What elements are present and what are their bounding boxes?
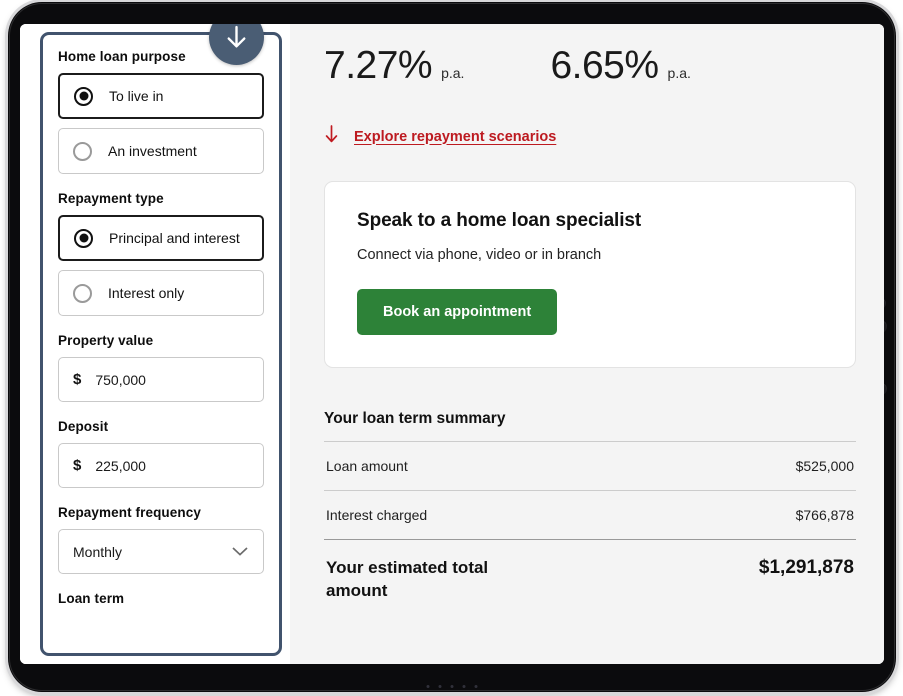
arrow-down-icon [324,124,354,149]
dollar-sign-icon: $ [73,457,82,474]
device-screen: Home loan purpose To live in An investme… [20,24,884,664]
sidebar-panel: Home loan purpose To live in An investme… [40,32,282,656]
rate-block-comparison: 7.27% p.a. [324,44,464,88]
radio-option-an-investment[interactable]: An investment [58,128,264,174]
repayment-frequency-value: Monthly [73,543,123,560]
field-group-deposit: Deposit $ 225,000 [58,419,264,488]
specialist-card-title: Speak to a home loan specialist [357,210,642,231]
field-group-repayment-type: Repayment type Principal and interest In… [58,191,264,316]
radio-option-interest-only[interactable]: Interest only [58,270,264,316]
chevron-down-icon [231,546,249,557]
radio-label-to-live-in: To live in [109,88,164,104]
book-an-appointment-button[interactable]: Book an appointment [357,289,558,335]
summary-value-interest-charged: $766,878 [795,507,854,523]
tablet-device-frame: Home loan purpose To live in An investme… [8,2,896,692]
radio-label-interest-only: Interest only [108,285,185,301]
calculator-sidebar: Home loan purpose To live in An investme… [20,24,290,664]
dollar-sign-icon: $ [73,371,82,388]
field-label-repayment-frequency: Repayment frequency [58,505,201,520]
radio-option-to-live-in[interactable]: To live in [58,73,264,119]
summary-title: Your loan term summary [324,410,506,427]
summary-label-estimated-total: Your estimated total amount [326,558,489,600]
field-label-property-value: Property value [58,333,154,348]
radio-label-principal-and-interest: Principal and interest [109,230,240,246]
radio-selected-icon [74,228,93,248]
summary-row-loan-amount: Loan amount $525,000 [324,441,856,490]
field-label-repayment-type: Repayment type [58,191,164,206]
radio-unselected-icon [73,141,92,161]
field-group-home-loan-purpose: Home loan purpose To live in An investme… [58,49,264,174]
summary-value-loan-amount: $525,000 [795,458,854,474]
field-label-loan-term: Loan term [58,591,125,606]
summary-row-interest-charged: Interest charged $766,878 [324,490,856,539]
summary-label-interest-charged: Interest charged [326,507,428,523]
loan-term-summary: Your loan term summary Loan amount $525,… [324,410,856,603]
results-panel: 7.27% p.a. 6.65% p.a. Explore repayment … [290,24,884,664]
field-group-property-value: Property value $ 750,000 [58,333,264,402]
specialist-card: Speak to a home loan specialist Connect … [324,181,856,368]
explore-repayment-scenarios-link[interactable]: Explore repayment scenarios [324,124,556,149]
speaker-grille [426,685,478,688]
radio-option-principal-and-interest[interactable]: Principal and interest [58,215,264,261]
rate-value-2: 6.65% [550,44,659,87]
field-group-repayment-frequency: Repayment frequency Monthly [58,505,264,574]
repayment-frequency-select[interactable]: Monthly [58,529,264,574]
interest-rates-row: 7.27% p.a. 6.65% p.a. [324,38,856,88]
explore-link-label: Explore repayment scenarios [354,128,557,145]
rate-block-interest: 6.65% p.a. [550,44,690,88]
summary-row-estimated-total: Your estimated total amount $1,291,878 [324,539,856,603]
property-value-text: 750,000 [95,371,146,388]
rate-unit-1: p.a. [441,65,465,81]
summary-label-loan-amount: Loan amount [326,458,408,474]
deposit-input[interactable]: $ 225,000 [58,443,264,488]
deposit-value-text: 225,000 [95,457,146,474]
radio-unselected-icon [73,283,92,303]
specialist-card-subtitle: Connect via phone, video or in branch [357,247,602,263]
property-value-input[interactable]: $ 750,000 [58,357,264,402]
loan-calculator-app: Home loan purpose To live in An investme… [20,24,884,664]
rate-value-1: 7.27% [324,44,433,87]
field-label-deposit: Deposit [58,419,109,434]
field-group-loan-term: Loan term [58,591,264,606]
radio-label-an-investment: An investment [108,143,197,159]
radio-selected-icon [74,86,93,106]
rate-unit-2: p.a. [667,65,691,81]
sidebar-scroll-area[interactable]: Home loan purpose To live in An investme… [43,35,279,653]
summary-value-estimated-total: $1,291,878 [758,557,854,578]
